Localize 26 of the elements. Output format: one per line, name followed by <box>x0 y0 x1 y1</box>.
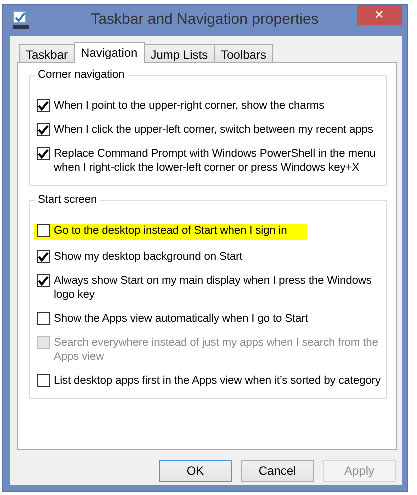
tab[interactable]: Toolbars <box>214 44 274 62</box>
checkbox-label: List desktop apps first in the Apps view when it’s sorted by category <box>54 374 381 388</box>
checkbox-label: Show the Apps view automatically when I go to Start <box>54 312 308 326</box>
dialog-button[interactable]: Cancel <box>241 460 314 482</box>
checkbox[interactable] <box>37 123 50 136</box>
checkbox[interactable] <box>37 250 50 263</box>
checkbox-label: Replace Command Prompt with Windows PowerShell in the menu when I right-click the lower-left corner or press Windows key+X <box>54 147 377 175</box>
taskbar-check-icon <box>13 11 29 30</box>
checkbox[interactable] <box>37 274 50 287</box>
checkbox[interactable] <box>37 312 50 325</box>
checkbox-label: Search everywhere instead of just my apps when I search from the Apps view <box>54 336 380 364</box>
checkbox[interactable] <box>37 374 50 387</box>
checkbox-label: Always show Start on my main display when I press the Windows logo key <box>54 274 373 302</box>
checkbox-label: Go to the desktop instead of Start when I sign in <box>54 224 288 238</box>
checkbox[interactable] <box>37 147 50 160</box>
close-button[interactable]: ✕ <box>357 5 402 25</box>
tab[interactable]: Taskbar <box>19 44 76 62</box>
checkbox[interactable] <box>37 99 50 112</box>
checkbox-label: When I point to the upper-right corner, show the charms <box>54 99 325 113</box>
tab[interactable]: Navigation <box>74 42 145 63</box>
checkbox-label: When I click the upper-left corner, switch between my recent apps <box>54 123 374 137</box>
window-title: Taskbar and Navigation properties <box>91 10 319 30</box>
dialog-button[interactable]: OK <box>159 460 232 482</box>
checkbox-label: Show my desktop background on Start <box>54 250 243 264</box>
tab[interactable]: Jump Lists <box>144 44 216 62</box>
checkbox[interactable] <box>37 224 50 237</box>
